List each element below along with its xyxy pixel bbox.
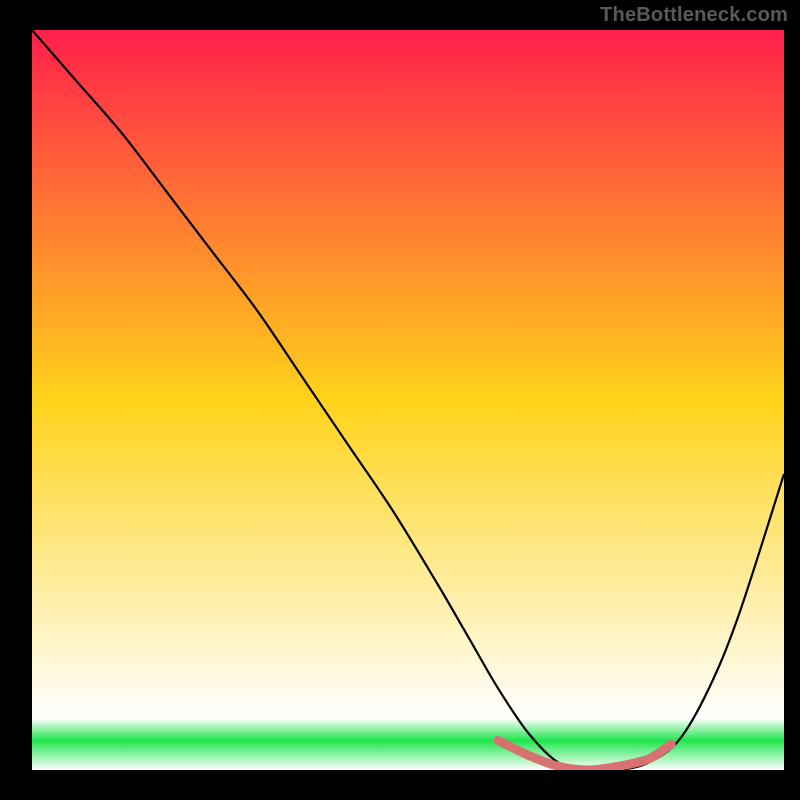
chart-container: TheBottleneck.com (0, 0, 800, 800)
watermark-text: TheBottleneck.com (600, 4, 788, 27)
chart-svg (0, 0, 800, 800)
frame-left (0, 0, 32, 800)
frame-right (784, 0, 800, 800)
frame-bottom (0, 770, 800, 800)
plot-background (32, 30, 784, 770)
